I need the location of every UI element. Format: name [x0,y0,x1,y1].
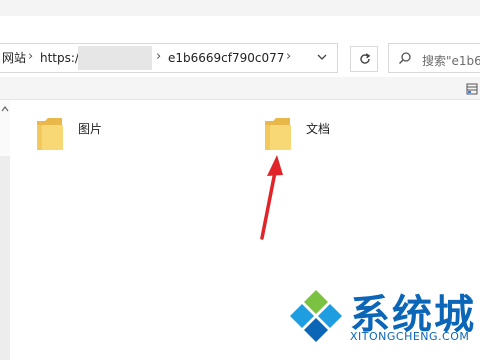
watermark-logo-icon [290,290,342,342]
watermark-site: XITONGCHENG.COM [350,330,470,343]
file-explorer-window: 网站 › https:// › e1b6669cf790c077 › 搜索"e1… [0,0,480,360]
